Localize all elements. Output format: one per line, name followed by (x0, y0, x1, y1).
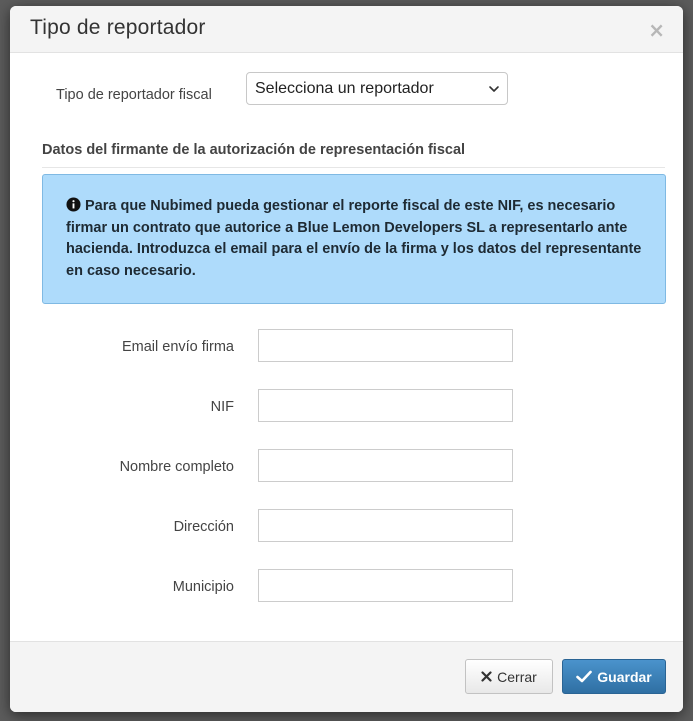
full-name-field[interactable] (258, 449, 513, 482)
tipo-reportador-modal: Tipo de reportador × Tipo de reportador … (10, 6, 683, 712)
address-field-label: Dirección (173, 519, 234, 535)
modal-header: Tipo de reportador × (10, 6, 683, 53)
signer-section-heading: Datos del firmante de la autorización de… (42, 142, 466, 158)
email-field[interactable] (258, 329, 513, 362)
info-circle-icon (66, 197, 81, 212)
full-name-field-label: Nombre completo (119, 459, 234, 475)
modal-title: Tipo de reportador (30, 16, 206, 39)
email-field-label: Email envío firma (121, 339, 234, 355)
info-alert-text: Para que Nubimed pueda gestionar el repo… (66, 198, 642, 279)
municipality-field-label: Municipio (172, 579, 234, 595)
close-icon (481, 671, 492, 682)
modal-body: Tipo de reportador fiscal Selecciona un … (10, 53, 683, 641)
nif-field-label: NIF (210, 399, 234, 415)
cancel-button[interactable]: Cerrar (465, 659, 553, 694)
info-alert-body: Para que Nubimed pueda gestionar el repo… (66, 196, 643, 282)
modal-footer: Cerrar Guardar (10, 641, 683, 712)
info-alert: Para que Nubimed pueda gestionar el repo… (42, 174, 666, 304)
reporter-type-label: Tipo de reportador fiscal (56, 87, 212, 103)
save-button-label: Guardar (597, 668, 652, 685)
nif-field[interactable] (258, 389, 513, 422)
address-field[interactable] (258, 509, 513, 542)
chevron-down-icon (489, 86, 499, 92)
cancel-button-label: Cerrar (497, 668, 537, 685)
reporter-type-select[interactable]: Selecciona un reportador (246, 72, 508, 105)
reporter-type-selected-value: Selecciona un reportador (255, 80, 434, 97)
section-divider (42, 167, 665, 168)
checkmark-icon (576, 670, 593, 683)
municipality-field[interactable] (258, 569, 513, 602)
save-button[interactable]: Guardar (562, 659, 666, 694)
close-icon[interactable]: × (648, 20, 665, 40)
